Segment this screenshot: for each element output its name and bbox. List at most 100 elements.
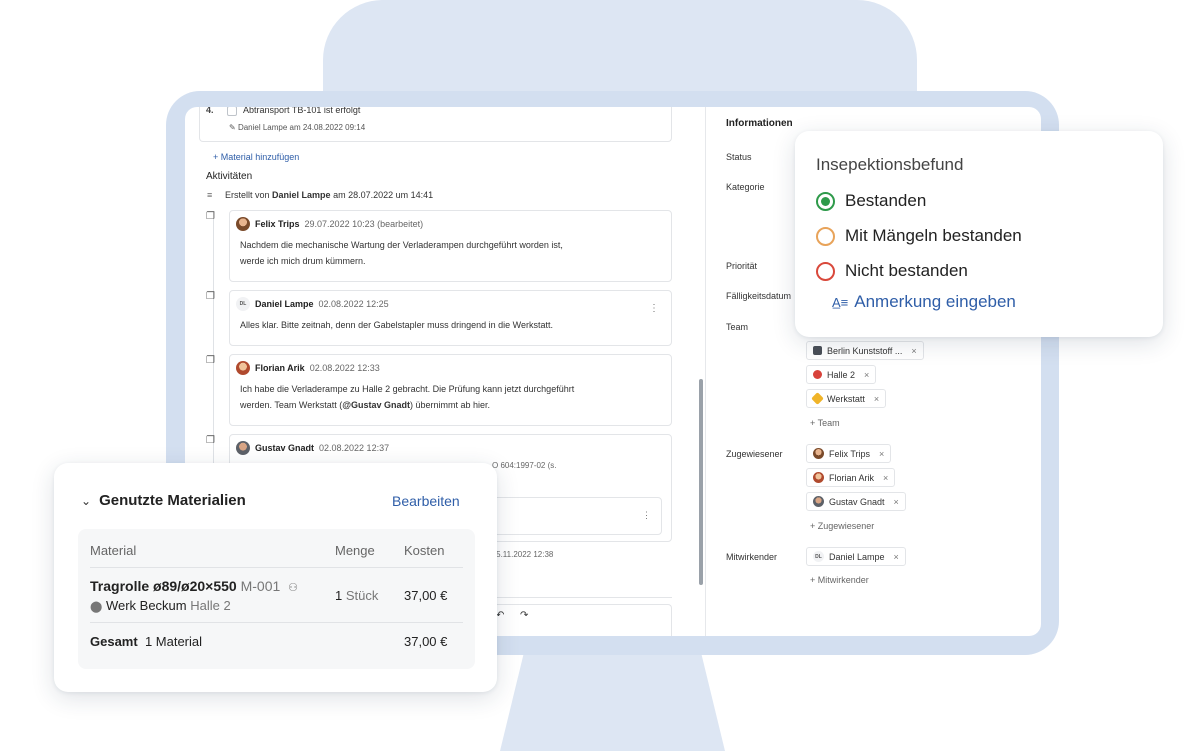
materials-header[interactable]: ⌄ Genutzte Materialien — [81, 492, 246, 509]
comment-editor-toolbar: ↶ ↷ — [485, 604, 672, 636]
comment-body-fragment: O 604:1997-02 (s. — [492, 461, 557, 470]
add-assignee-link[interactable]: + Zugewiesener — [810, 521, 874, 531]
comment-card: DL Daniel Lampe 02.08.2022 12:25 ⋮ Alles… — [229, 290, 672, 346]
mitwirkender-label: Mitwirkender — [726, 552, 778, 562]
checklist-item-number: 4. — [206, 107, 214, 115]
assignee-chip[interactable]: Gustav Gnadt × — [806, 492, 906, 511]
more-icon[interactable]: ⋮ — [642, 510, 651, 521]
comment-author: Florian Arik — [255, 363, 305, 373]
comment-icon: ❐ — [206, 435, 215, 446]
avatar — [236, 217, 250, 231]
comment-body: Ich habe die Verladerampe zu Halle 2 geb… — [240, 384, 575, 410]
divider — [485, 597, 672, 598]
chevron-down-icon[interactable]: ⌄ — [81, 494, 91, 508]
radio-unchecked-icon[interactable] — [816, 261, 835, 281]
radio-bestanden[interactable]: Bestanden — [816, 191, 926, 211]
avatar — [236, 361, 250, 375]
add-team-link[interactable]: + Team — [810, 418, 840, 428]
team-chip[interactable]: Werkstatt × — [806, 389, 887, 408]
column-header: Menge — [335, 543, 375, 558]
user-mention: @Gustav Gnadt — [342, 400, 411, 410]
contributor-chip[interactable]: DL Daniel Lampe × — [806, 547, 906, 566]
add-contributor-link[interactable]: + Mitwirkender — [810, 575, 869, 585]
more-icon[interactable]: ⋮ — [649, 303, 659, 314]
faelligkeit-label: Fälligkeitsdatum — [726, 291, 792, 301]
checklist-item-meta: ✎ Daniel Lampe am 24.08.2022 09:14 — [229, 123, 366, 132]
comment-date: 02.08.2022 12:33 — [309, 363, 380, 373]
comment-author: Gustav Gnadt — [255, 443, 315, 453]
total-row: Gesamt 1 Material — [90, 634, 203, 649]
undo-icon[interactable]: ↶ — [496, 610, 504, 621]
created-entry: ≡ Erstellt von Daniel Lampe am 28.07.2022… — [207, 190, 434, 200]
checklist-checkbox[interactable] — [227, 107, 237, 116]
edit-button[interactable]: Bearbeiten — [392, 493, 460, 509]
remove-icon[interactable]: × — [911, 346, 916, 356]
radio-checked-icon[interactable] — [816, 191, 835, 211]
team-icon — [813, 346, 822, 355]
edit-icon: ✎ — [229, 123, 238, 132]
material-group-icon: ⚇ — [288, 582, 299, 594]
avatar — [813, 472, 824, 483]
info-title: Informationen — [726, 118, 793, 129]
comment-date: 29.07.2022 10:23 (bearbeitet) — [304, 219, 424, 229]
comment-body: Nachdem die mechanische Wartung der Verl… — [240, 240, 563, 266]
comment-date: 02.08.2022 12:37 — [319, 443, 390, 453]
list-icon: ≡ — [207, 190, 213, 200]
comment-icon: ❐ — [206, 291, 215, 302]
team-chip[interactable]: Berlin Kunststoff ... × — [806, 341, 924, 360]
comment-date: 02.08.2022 12:25 — [318, 299, 389, 309]
text-note-icon: A̲≡ — [832, 294, 849, 310]
comment-author: Felix Trips — [255, 219, 300, 229]
team-icon — [811, 392, 824, 405]
zugewiesener-label: Zugewiesener — [726, 449, 783, 459]
assignee-chip[interactable]: Florian Arik × — [806, 468, 896, 487]
materials-title: Genutzte Materialien — [99, 492, 246, 509]
remove-icon[interactable]: × — [874, 394, 879, 404]
team-chip[interactable]: Halle 2 × — [806, 365, 877, 384]
assignee-chip[interactable]: Felix Trips × — [806, 444, 892, 463]
redo-icon[interactable]: ↷ — [520, 610, 528, 621]
inspection-result-popup: Insepektionsbefund Bestanden Mit Mängeln… — [795, 131, 1163, 337]
kategorie-label: Kategorie — [726, 182, 765, 192]
team-icon — [813, 370, 822, 379]
avatar — [813, 496, 824, 507]
activities-title: Aktivitäten — [206, 171, 253, 182]
avatar — [813, 448, 824, 459]
comment-card: Felix Trips 29.07.2022 10:23 (bearbeitet… — [229, 210, 672, 282]
column-header: Material — [90, 543, 137, 558]
radio-nicht-bestanden[interactable]: Nicht bestanden — [816, 261, 968, 281]
avatar: DL — [813, 551, 824, 562]
remove-icon[interactable]: × — [883, 473, 888, 483]
add-note-link[interactable]: A̲≡ Anmerkung eingeben — [832, 292, 1016, 312]
used-materials-popup: ⌄ Genutzte Materialien Bearbeiten Materi… — [54, 463, 497, 692]
monitor-stand-decoration — [500, 640, 725, 751]
comment-icon: ❐ — [206, 355, 215, 366]
remove-icon[interactable]: × — [894, 497, 899, 507]
scrollbar[interactable] — [699, 379, 703, 585]
prioritaet-label: Priorität — [726, 261, 758, 271]
radio-unchecked-icon[interactable] — [816, 226, 835, 246]
radio-mit-maengeln[interactable]: Mit Mängeln bestanden — [816, 226, 1022, 246]
avatar — [236, 441, 250, 455]
material-location: ⬤ Werk Beckum Halle 2 — [90, 598, 231, 613]
comment-body: Alles klar. Bitte zeitnah, denn der Gabe… — [240, 320, 553, 330]
column-header: Kosten — [404, 543, 445, 558]
comment-author: Daniel Lampe — [255, 299, 314, 309]
status-label: Status — [726, 152, 752, 162]
checklist-item-text: Abtransport TB-101 ist erfolgt — [243, 107, 361, 115]
add-material-link[interactable]: + Material hinzufügen — [213, 152, 299, 162]
comment-icon: ❐ — [206, 211, 215, 222]
material-name[interactable]: Tragrolle ø89/ø20×550 M-001 ⚇ — [90, 578, 298, 594]
material-quantity: 1 Stück — [335, 588, 379, 603]
avatar: DL — [236, 297, 250, 311]
team-label: Team — [726, 322, 749, 332]
location-pin-icon: ⬤ — [90, 601, 103, 613]
remove-icon[interactable]: × — [879, 449, 884, 459]
material-cost: 37,00 € — [404, 588, 448, 603]
materials-table: Material Menge Kosten Tragrolle ø89/ø20×… — [78, 529, 475, 669]
divider — [90, 567, 463, 568]
remove-icon[interactable]: × — [894, 552, 899, 562]
comment-card: Florian Arik 02.08.2022 12:33 Ich habe d… — [229, 354, 672, 426]
divider — [90, 622, 463, 623]
remove-icon[interactable]: × — [864, 370, 869, 380]
